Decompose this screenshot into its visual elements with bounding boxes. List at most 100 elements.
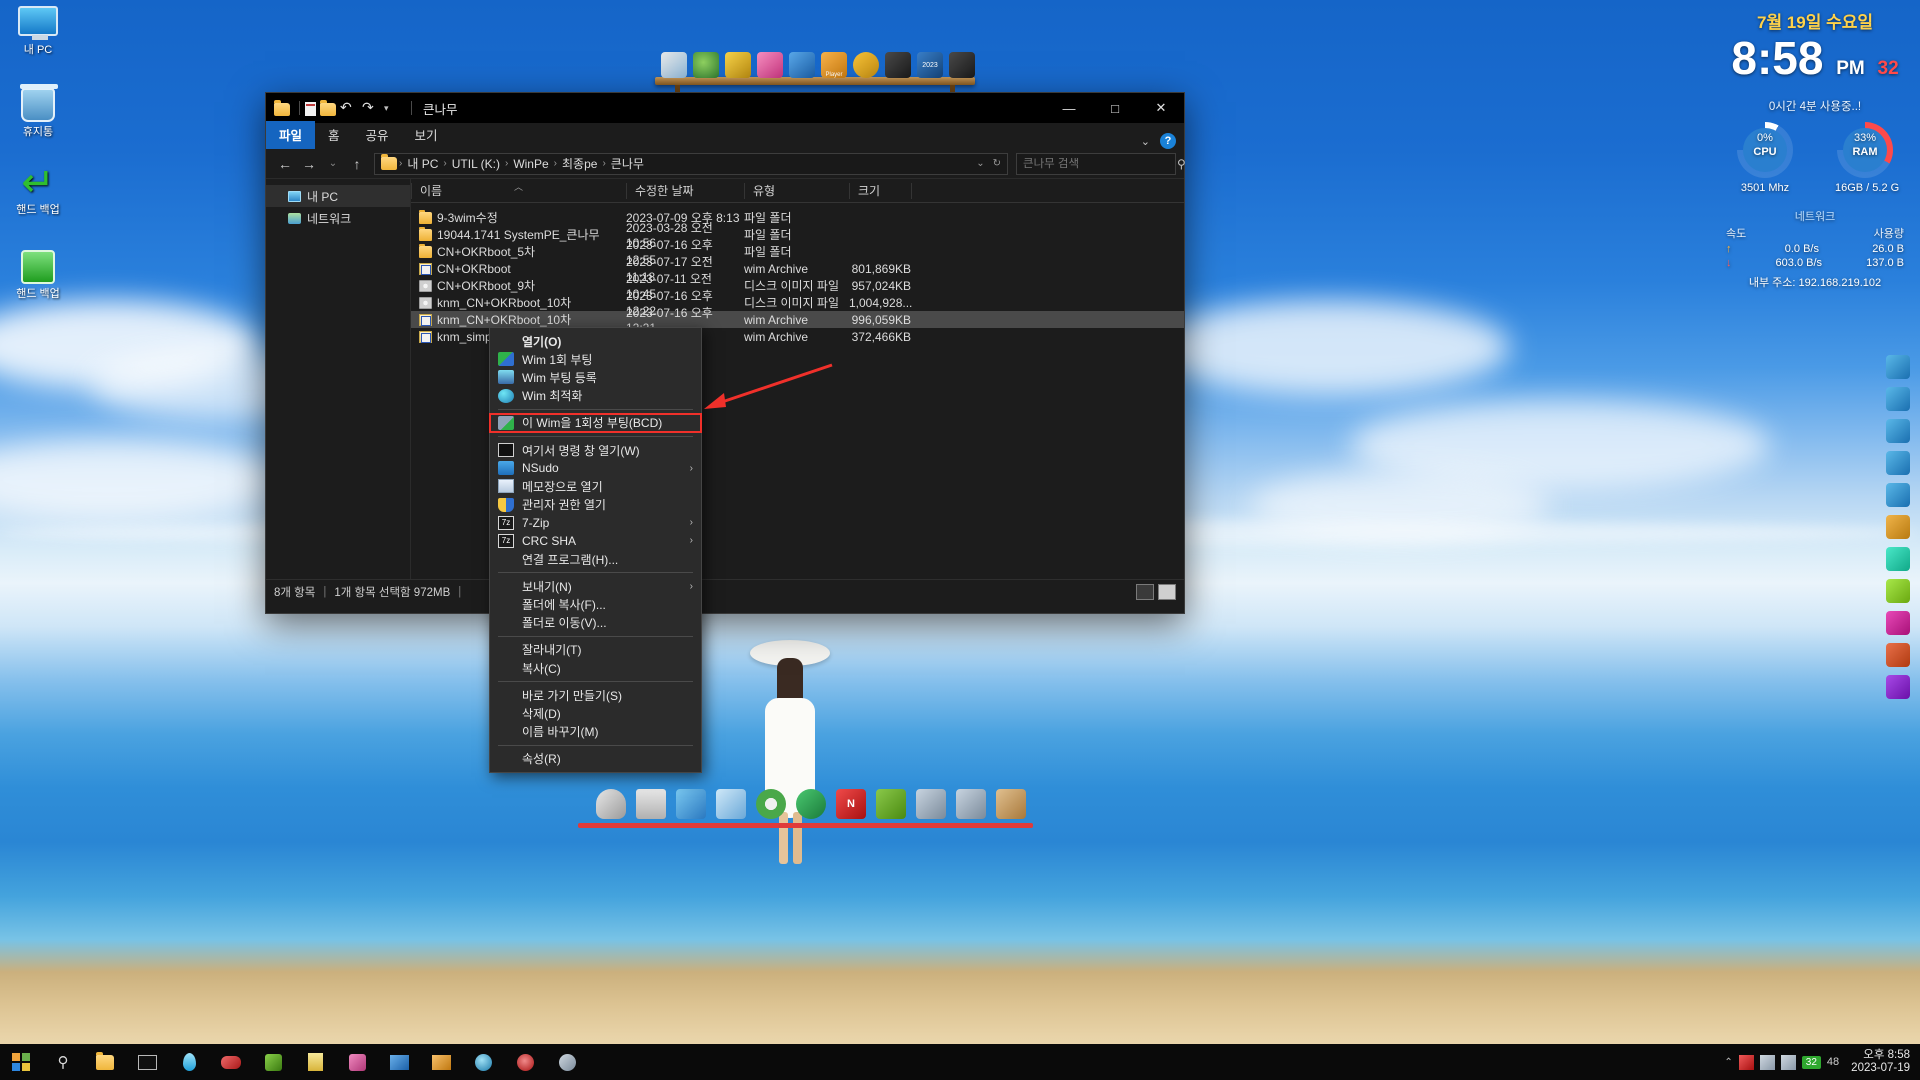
table-row[interactable]: knm_CN+OKRboot_10차 2023-07-16 오후 12:22 디…	[411, 289, 1184, 318]
menu-item-open-with[interactable]: 연결 프로그램(H)...	[490, 550, 701, 568]
right-icon-dock[interactable]	[1886, 355, 1912, 707]
breadcrumb-item-4[interactable]: 큰나무	[608, 155, 647, 172]
power-button[interactable]	[504, 1044, 546, 1080]
tab-share[interactable]: 공유	[353, 121, 402, 149]
battery-tray-icon[interactable]	[1759, 1054, 1775, 1070]
column-header-size[interactable]: 크기	[849, 182, 911, 199]
browser-a-icon[interactable]	[885, 52, 911, 78]
settings-button[interactable]	[546, 1044, 588, 1080]
minimize-button[interactable]: —	[1046, 93, 1092, 123]
list-app-button[interactable]	[252, 1044, 294, 1080]
search-button[interactable]: ⚲	[42, 1044, 84, 1080]
table-row[interactable]: 19044.1741 SystemPE_큰나무 2023-03-28 오전 10…	[411, 221, 1184, 250]
search-icon[interactable]: ⚲	[1177, 157, 1186, 171]
tab-file[interactable]: 파일	[266, 121, 316, 149]
chevron-down-icon[interactable]: ⌄	[1141, 135, 1150, 148]
column-header-type[interactable]: 유형	[744, 182, 849, 199]
usb-icon[interactable]	[1886, 579, 1910, 603]
menu-item-delete[interactable]: 삭제(D)	[490, 704, 701, 722]
palette-icon[interactable]	[1886, 611, 1910, 635]
menu-item-open-with-notepad[interactable]: 메모장으로 열기	[490, 477, 701, 495]
rocket-icon[interactable]	[596, 789, 626, 819]
menu-item-send-to[interactable]: 보내기(N) ›	[490, 577, 701, 595]
breadcrumb-item-3[interactable]: 최종pe	[559, 155, 600, 172]
up-button[interactable]: ↑	[346, 153, 368, 175]
ladder-icon[interactable]	[996, 789, 1026, 819]
network-tray-icon[interactable]	[1738, 1054, 1754, 1070]
close-button[interactable]: ✕	[1138, 93, 1184, 123]
top-dock[interactable]: Player 2023	[655, 46, 975, 97]
terminal-button[interactable]	[126, 1044, 168, 1080]
search-box[interactable]: ⚲	[1016, 152, 1186, 175]
clock-icon[interactable]	[1886, 515, 1910, 539]
menu-item-open-command-window[interactable]: 여기서 명령 창 열기(W)	[490, 441, 701, 459]
redo-icon[interactable]: ↷	[362, 99, 380, 117]
context-menu[interactable]: 열기(O) Wim 1회 부팅 Wim 부팅 등록 Wim 최적화 이 Wim을…	[489, 327, 702, 773]
refresh-icon[interactable]: ↻	[993, 158, 1001, 169]
desktop-icon-my-pc[interactable]: 내 PC	[2, 6, 74, 57]
table-row[interactable]: CN+OKRboot 2023-07-17 오전 11:18 wim Archi…	[411, 255, 1184, 284]
save-disk-icon[interactable]	[636, 789, 666, 819]
windows-store-icon[interactable]	[757, 52, 783, 78]
chevron-up-icon[interactable]: ⌃	[1724, 1057, 1732, 1068]
forward-button[interactable]: →	[298, 153, 320, 175]
recent-locations-button[interactable]: ⌄	[322, 153, 344, 175]
table-row[interactable]: CN+OKRboot_9차 2023-07-11 오전 10:45 디스크 이미…	[411, 272, 1184, 301]
utorrent-icon[interactable]	[796, 789, 826, 819]
browser-b-icon[interactable]	[949, 52, 975, 78]
menu-item-copy-to-folder[interactable]: 폴더에 복사(F)...	[490, 595, 701, 613]
back-button[interactable]: ←	[274, 153, 296, 175]
properties-icon[interactable]	[305, 102, 316, 116]
grid-icon[interactable]	[1886, 675, 1910, 699]
breadcrumb-item-0[interactable]: 내 PC	[404, 155, 441, 172]
font-icon[interactable]	[1886, 451, 1910, 475]
table-row[interactable]: 9-3wim수정 2023-07-09 오후 8:13 파일 폴더	[411, 209, 1184, 226]
menu-item-crc-sha[interactable]: 7z CRC SHA ›	[490, 532, 701, 550]
table-row[interactable]: knm_CN+OKRboot_10차 2023-07-16 오후 12:21 w…	[411, 306, 1184, 335]
network-tools-icon[interactable]	[1886, 547, 1910, 571]
notepad-button[interactable]	[294, 1044, 336, 1080]
column-header-extra[interactable]	[911, 182, 951, 199]
large-icons-view-icon[interactable]	[1158, 583, 1176, 600]
file-explorer-button[interactable]	[84, 1044, 126, 1080]
new-folder-icon[interactable]	[320, 99, 336, 116]
title-bar[interactable]: ↶ ↷ ▾ 큰나무 — □ ✕	[266, 93, 1184, 123]
menu-item-cut[interactable]: 잘라내기(T)	[490, 641, 701, 659]
media-player-icon[interactable]: Player	[821, 52, 847, 78]
file-explorer-window[interactable]: ↶ ↷ ▾ 큰나무 — □ ✕ 파일 홈 공유 보기 ⌄ ? ← → ⌄ ↑ ›…	[265, 92, 1186, 614]
notepad-icon[interactable]	[789, 52, 815, 78]
settings-icon[interactable]	[1886, 483, 1910, 507]
grid-app-icon[interactable]	[876, 789, 906, 819]
navigation-bar[interactable]: ← → ⌄ ↑ › 내 PC › UTIL (K:) › WinPe › 최종p…	[266, 149, 1186, 179]
taskbar-clock[interactable]: 오후 8:58 2023-07-19	[1845, 1049, 1910, 1075]
desktop-icon-backup-box[interactable]: 핸드 백업	[2, 250, 74, 301]
window-controls[interactable]: — □ ✕	[1046, 93, 1184, 123]
navigation-pane[interactable]: 내 PC 네트워크	[266, 179, 411, 579]
warning-shield-icon[interactable]	[853, 52, 879, 78]
breadcrumb-item-1[interactable]: UTIL (K:)	[449, 157, 503, 171]
chrome-icon[interactable]	[756, 789, 786, 819]
edit-button[interactable]	[336, 1044, 378, 1080]
breadcrumb-dropdown-icon[interactable]: ⌄	[976, 158, 984, 169]
breadcrumb-item-2[interactable]: WinPe	[510, 157, 551, 171]
search-input[interactable]	[1023, 157, 1177, 170]
paint-palette-icon[interactable]	[693, 52, 719, 78]
taskbar[interactable]: ⚲ ⌃ 32 48 오후 8:58 2023-07-19	[0, 1044, 1920, 1080]
globe-button[interactable]	[462, 1044, 504, 1080]
menu-item-rename[interactable]: 이름 바꾸기(M)	[490, 723, 701, 741]
help-icon[interactable]: ?	[1160, 133, 1176, 149]
menu-item-create-shortcut[interactable]: 바로 가기 만들기(S)	[490, 686, 701, 704]
breadcrumb[interactable]: › 내 PC › UTIL (K:) › WinPe › 최종pe › 큰나무 …	[374, 152, 1008, 175]
brush-icon[interactable]	[1886, 643, 1910, 667]
refresh-icon[interactable]	[1886, 355, 1910, 379]
folder-icon[interactable]	[274, 99, 290, 116]
picture-button[interactable]	[420, 1044, 462, 1080]
menu-item-bcd-one-time-boot[interactable]: 이 Wim을 1회성 부팅(BCD)	[489, 412, 702, 433]
tab-view[interactable]: 보기	[402, 121, 451, 149]
tools-icon[interactable]	[956, 789, 986, 819]
status-badge[interactable]: 32	[1801, 1055, 1821, 1069]
ribbon-tabs[interactable]: 파일 홈 공유 보기 ⌄ ?	[266, 121, 1184, 149]
customize-caret-icon[interactable]: ▾	[384, 99, 402, 117]
window-icon[interactable]	[676, 789, 706, 819]
menu-item-move-to-folder[interactable]: 폴더로 이동(V)...	[490, 614, 701, 632]
